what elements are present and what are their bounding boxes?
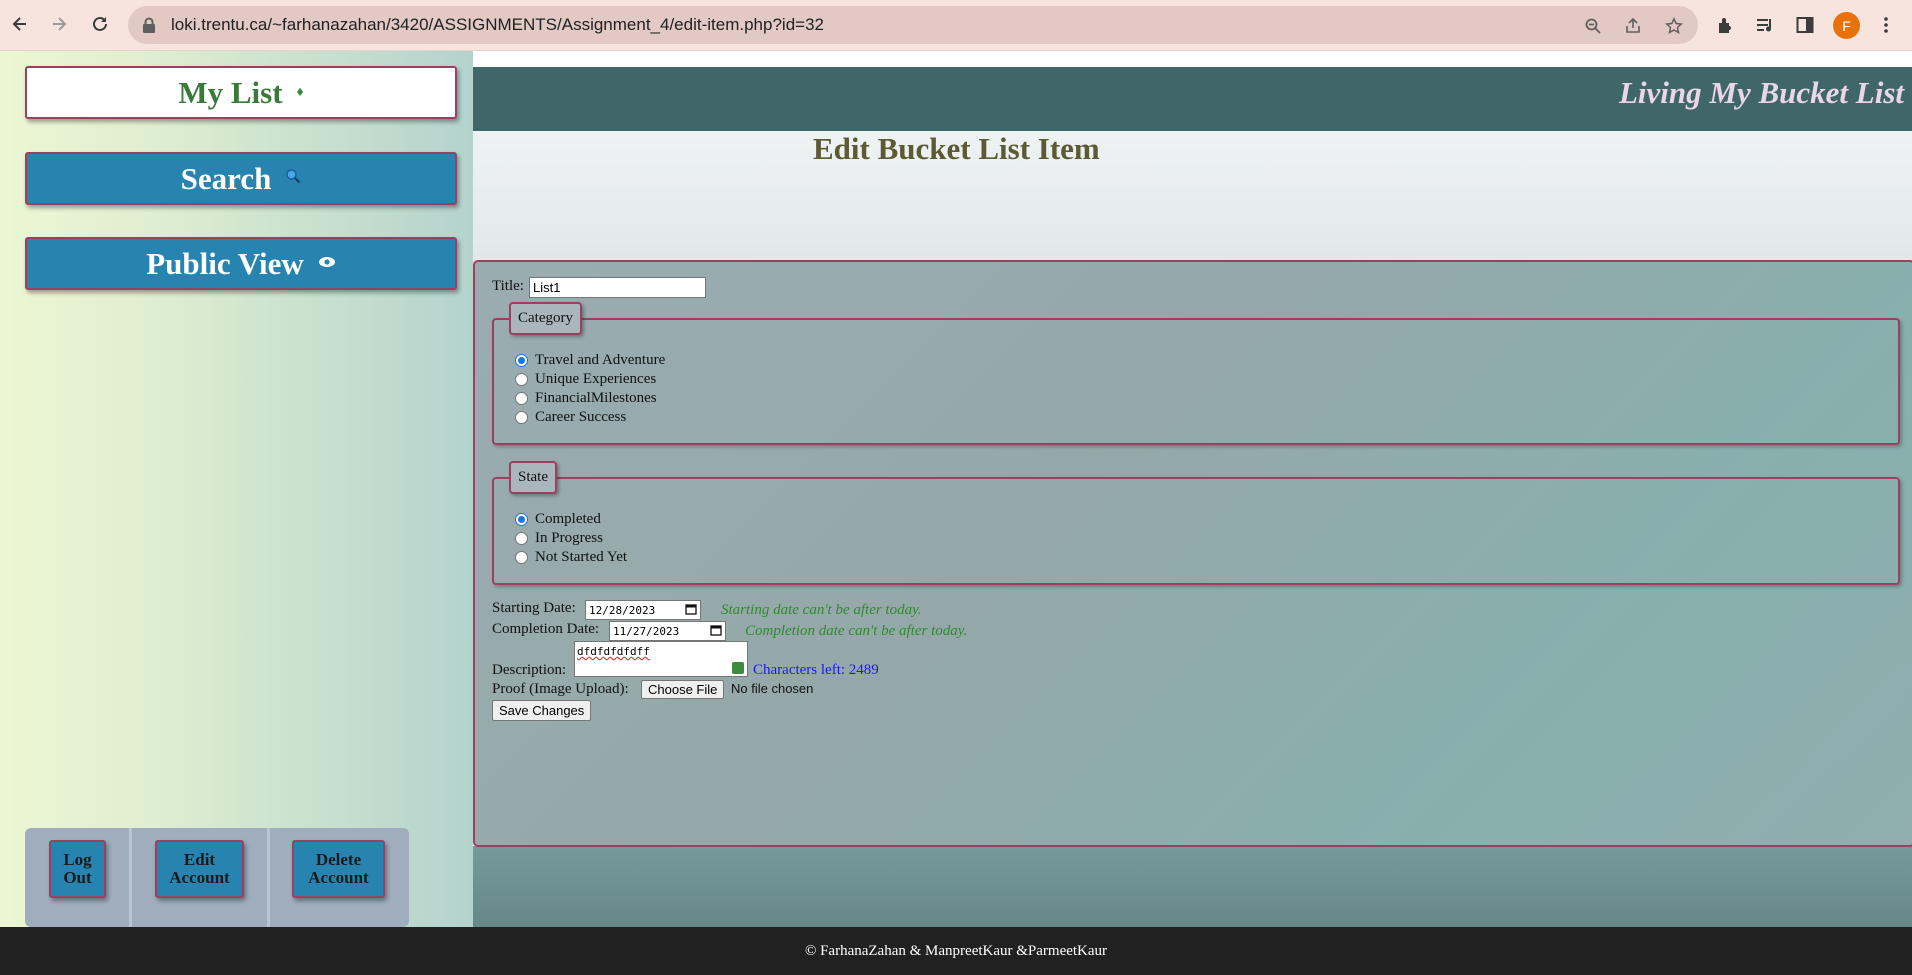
account-panel: Log Out Edit Account Delete Account [25, 828, 409, 927]
panel-divider [267, 828, 270, 927]
starting-date-input[interactable]: 12/28/2023 [585, 600, 701, 620]
public-view-label: Public View [146, 245, 304, 281]
radio-button[interactable] [515, 354, 528, 367]
sidebar: My List ♦ Search Public View Log Out Edi… [0, 51, 473, 927]
zoom-icon[interactable] [1582, 15, 1604, 37]
my-list-label: My List [178, 74, 283, 110]
page: My List ♦ Search Public View Log Out Edi… [0, 51, 1912, 975]
eye-icon [318, 255, 336, 273]
category-legend: Category [509, 302, 582, 335]
category-option-label: FinancialMilestones [535, 390, 657, 406]
reload-icon[interactable] [84, 8, 116, 40]
state-option[interactable]: Not Started Yet [515, 548, 627, 567]
category-option[interactable]: Career Success [515, 408, 626, 427]
completion-date-label: Completion Date: [492, 621, 600, 637]
address-bar[interactable]: loki.trentu.ca/~farhanazahan/3420/ASSIGN… [128, 6, 1698, 44]
state-option[interactable]: In Progress [515, 529, 603, 548]
radio-button[interactable] [515, 551, 528, 564]
starting-date-hint: Starting date can't be after today. [721, 602, 922, 618]
edit-account-button[interactable]: Edit Account [155, 840, 244, 898]
forward-icon[interactable] [43, 8, 75, 40]
site-title: Living My Bucket List [1618, 75, 1904, 110]
category-option[interactable]: FinancialMilestones [515, 389, 657, 408]
radio-button[interactable] [515, 373, 528, 386]
category-option[interactable]: Travel and Adventure [515, 351, 665, 370]
calendar-icon[interactable] [685, 603, 697, 618]
panel-divider [129, 828, 132, 927]
radio-button[interactable] [515, 411, 528, 424]
radio-button[interactable] [515, 513, 528, 526]
magnifier-icon [285, 168, 301, 189]
proof-upload-label: Proof (Image Upload): [492, 681, 629, 697]
content-bottom [473, 846, 1912, 927]
state-option[interactable]: Completed [515, 510, 601, 529]
starting-date-label: Starting Date: [492, 600, 576, 616]
delete-account-button[interactable]: Delete Account [292, 840, 385, 898]
state-option-label: Completed [535, 511, 601, 527]
choose-file-button[interactable]: Choose File [641, 680, 725, 699]
completion-date-input[interactable]: 11/27/2023 [609, 621, 726, 641]
media-icon[interactable] [1752, 12, 1778, 38]
url-text[interactable]: loki.trentu.ca/~farhanazahan/3420/ASSIGN… [171, 15, 824, 35]
footer: © FarhanaZahan & ManpreetKaur &ParmeetKa… [0, 927, 1912, 975]
search-label: Search [180, 160, 272, 196]
my-list-button[interactable]: My List ♦ [25, 66, 457, 119]
title-label: Title: [492, 278, 524, 294]
category-option-label: Unique Experiences [535, 371, 657, 387]
lock-icon[interactable] [142, 17, 156, 38]
site-header: Living My Bucket List [473, 67, 1912, 131]
radio-button[interactable] [515, 392, 528, 405]
completion-date-value: 11/27/2023 [613, 624, 680, 638]
file-status: No file chosen [731, 681, 814, 696]
footer-text: © FarhanaZahan & ManpreetKaur &ParmeetKa… [804, 942, 1108, 959]
starting-date-value: 12/28/2023 [589, 603, 656, 617]
calendar-icon[interactable] [710, 624, 722, 639]
extensions-icon[interactable] [1712, 12, 1738, 38]
grammar-checker-icon[interactable] [732, 662, 744, 674]
browser-toolbar: loki.trentu.ca/~farhanazahan/3420/ASSIGN… [0, 0, 1912, 51]
side-panel-icon[interactable] [1792, 12, 1818, 38]
state-legend: State [509, 461, 557, 494]
characters-left: Characters left: 2489 [753, 662, 879, 678]
title-input[interactable] [529, 277, 706, 298]
category-option-label: Career Success [535, 409, 627, 425]
diamond-icon: ♦ [296, 84, 304, 100]
back-icon[interactable] [4, 8, 36, 40]
category-fieldset: Category Travel and Adventure Unique Exp… [492, 302, 1900, 445]
description-textarea[interactable]: dfdfdfdfdff [574, 641, 748, 677]
description-value: dfdfdfdfdff [577, 645, 650, 658]
public-view-button[interactable]: Public View [25, 237, 457, 290]
star-icon[interactable] [1663, 15, 1685, 37]
edit-item-form: Title: Category Travel and Adventure Uni… [473, 260, 1912, 847]
save-changes-button[interactable]: Save Changes [492, 700, 592, 721]
radio-button[interactable] [515, 532, 528, 545]
category-option-label: Travel and Adventure [535, 352, 666, 368]
completion-date-hint: Completion date can't be after today. [745, 623, 968, 639]
menu-icon[interactable] [1873, 12, 1899, 38]
profile-avatar[interactable]: F [1833, 12, 1860, 39]
share-icon[interactable] [1622, 15, 1644, 37]
description-label: Description: [492, 662, 567, 678]
search-button[interactable]: Search [25, 152, 457, 205]
page-title: Edit Bucket List Item [813, 131, 1100, 166]
logout-button[interactable]: Log Out [49, 840, 106, 898]
category-option[interactable]: Unique Experiences [515, 370, 656, 389]
state-fieldset: State Completed In Progress Not Started … [492, 461, 1900, 585]
state-option-label: In Progress [535, 530, 603, 546]
state-option-label: Not Started Yet [535, 549, 628, 565]
